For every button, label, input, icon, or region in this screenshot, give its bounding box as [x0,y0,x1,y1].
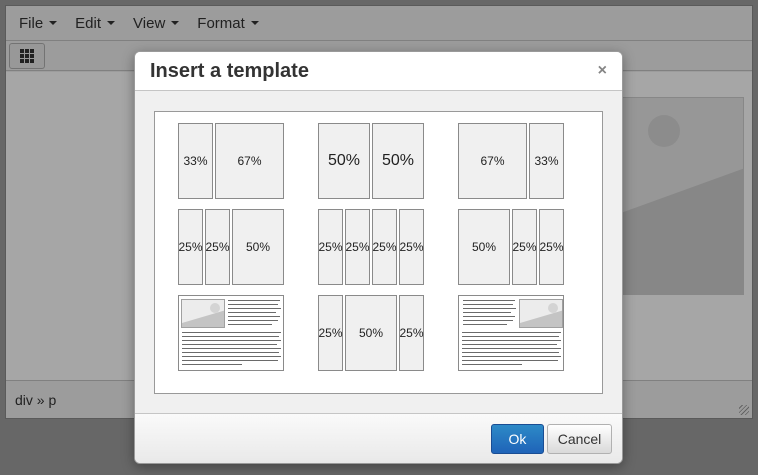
template-cell: 33% [529,123,564,199]
template-cell: 50% [458,209,510,285]
template-50-50[interactable]: 50% 50% [318,123,424,199]
template-image-left-text[interactable] [178,295,284,371]
ok-button[interactable]: Ok [491,424,544,454]
template-cell: 50% [345,295,397,371]
dialog-footer: Ok Cancel [135,413,622,463]
template-cell: 25% [399,295,424,371]
dialog-title: Insert a template [150,60,309,82]
image-icon [181,299,225,328]
template-cell: 50% [318,123,370,199]
template-25-50-25[interactable]: 25% 50% 25% [318,295,424,371]
template-cell: 67% [215,123,284,199]
close-icon[interactable]: × [598,62,607,80]
cancel-button[interactable]: Cancel [547,424,612,454]
template-67-33[interactable]: 67% 33% [458,123,564,199]
template-cell: 25% [318,209,343,285]
image-icon [519,299,563,328]
template-cell: 25% [345,209,370,285]
template-50-25-25[interactable]: 50% 25% 25% [458,209,564,285]
template-cell: 25% [539,209,564,285]
template-cell: 25% [205,209,230,285]
dialog-header: Insert a template × [135,52,622,91]
template-25-25-25-25[interactable]: 25% 25% 25% 25% [318,209,424,285]
template-cell: 50% [372,123,424,199]
template-cell: 25% [512,209,537,285]
dialog-body: 33% 67% 50% 50% 67% 33% 25% 25% 50% 25% … [135,91,622,414]
template-image-right-text[interactable] [458,295,564,371]
template-cell: 67% [458,123,527,199]
template-33-67[interactable]: 33% 67% [178,123,284,199]
template-cell: 33% [178,123,213,199]
text-block [458,295,564,371]
template-cell: 25% [399,209,424,285]
template-cell: 25% [372,209,397,285]
template-list: 33% 67% 50% 50% 67% 33% 25% 25% 50% 25% … [154,111,603,394]
template-25-25-50[interactable]: 25% 25% 50% [178,209,284,285]
template-cell: 25% [318,295,343,371]
template-cell: 25% [178,209,203,285]
insert-template-dialog: Insert a template × 33% 67% 50% 50% 67% … [134,51,623,464]
text-block [178,295,284,371]
template-cell: 50% [232,209,284,285]
